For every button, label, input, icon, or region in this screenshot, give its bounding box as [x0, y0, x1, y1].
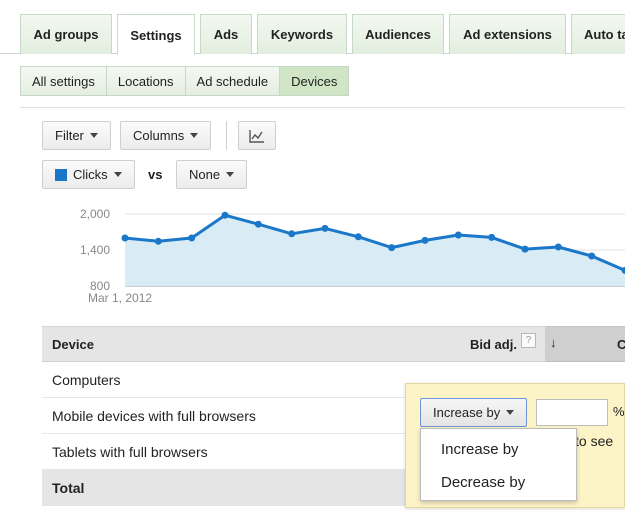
tab-audiences[interactable]: Audiences — [352, 14, 444, 54]
data-point[interactable] — [554, 243, 562, 251]
data-point[interactable] — [188, 234, 196, 242]
chevron-down-icon — [190, 133, 199, 138]
subtab-label: All settings — [32, 73, 95, 89]
toolbar-separator — [226, 121, 227, 150]
device-name: Computers — [52, 372, 121, 388]
section-divider — [20, 107, 625, 108]
data-point[interactable] — [254, 220, 262, 228]
data-point[interactable] — [321, 224, 329, 232]
device-name: Tablets with full browsers — [52, 444, 208, 460]
data-point[interactable] — [354, 233, 362, 241]
metric2-label: None — [189, 167, 221, 182]
x-start-date-label: Mar 1, 2012 — [88, 291, 152, 305]
data-point[interactable] — [221, 211, 229, 219]
clicks-area-fill — [125, 215, 625, 286]
subtab-label: Locations — [117, 73, 174, 89]
metric1-select[interactable]: Clicks — [42, 160, 135, 189]
chevron-down-icon — [113, 172, 122, 177]
vs-label: vs — [148, 167, 163, 182]
y-tick-label: 2,000 — [80, 207, 110, 221]
data-point[interactable] — [154, 237, 162, 245]
table-header-row: Device Bid adj. — [42, 326, 625, 362]
chevron-down-icon — [226, 172, 235, 177]
data-point[interactable] — [521, 245, 529, 253]
tab-label: Auto targets — [584, 27, 625, 42]
tab-label: Ads — [213, 27, 239, 42]
adjustment-type-menu: Increase by Decrease by — [420, 428, 577, 501]
total-label: Total — [52, 480, 85, 496]
data-point[interactable] — [388, 244, 396, 252]
chevron-down-icon — [89, 133, 98, 138]
tab-label: Ad extensions — [463, 27, 552, 42]
device-name: Mobile devices with full browsers — [52, 408, 256, 424]
adjustment-type-select[interactable]: Increase by — [420, 398, 528, 427]
metric1-label: Clicks — [73, 167, 108, 182]
subtab-all-settings[interactable]: All settings — [20, 66, 107, 96]
tab-ads[interactable]: Ads — [200, 14, 252, 54]
subtab-ad-schedule[interactable]: Ad schedule — [185, 66, 281, 96]
tab-settings[interactable]: Settings — [117, 14, 195, 55]
data-point[interactable] — [288, 230, 296, 238]
subtab-locations[interactable]: Locations — [106, 66, 186, 96]
help-icon[interactable]: ? — [521, 333, 536, 348]
columns-button[interactable]: Columns — [120, 121, 212, 150]
metric2-select[interactable]: None — [176, 160, 248, 189]
y-tick-label: 1,400 — [80, 243, 110, 257]
sort-arrow-icon: ↓ — [550, 335, 557, 350]
subtab-label: Ad schedule — [196, 73, 269, 89]
tab-label: Ad groups — [33, 27, 99, 42]
clicks-chart: 2,000 1,400 800 Mar 1, 2012 — [80, 207, 625, 305]
data-point[interactable] — [488, 233, 496, 241]
tab-ad-groups[interactable]: Ad groups — [20, 14, 112, 54]
line-chart-icon — [249, 129, 264, 143]
columns-label: Columns — [133, 128, 185, 143]
data-point[interactable] — [588, 252, 596, 260]
subtab-label: Devices — [291, 73, 338, 89]
menu-item-decrease-by[interactable]: Decrease by — [441, 474, 525, 491]
header-bid-adj[interactable]: Bid adj. — [470, 337, 517, 352]
tab-keywords[interactable]: Keywords — [257, 14, 347, 54]
filter-button[interactable]: Filter — [42, 121, 111, 150]
header-device[interactable]: Device — [52, 337, 94, 352]
tab-label: Keywords — [270, 27, 334, 42]
tab-auto-targets[interactable]: Auto targets — [571, 14, 625, 54]
help-glyph: ? — [525, 335, 532, 346]
settings-subtabs: All settings Locations Ad schedule Devic… — [20, 66, 350, 96]
data-point[interactable] — [454, 231, 462, 239]
filter-label: Filter — [55, 128, 84, 143]
campaign-tab-bar: Ad groups Settings Ads Keywords Audience… — [0, 0, 625, 55]
tab-ad-extensions[interactable]: Ad extensions — [449, 14, 566, 54]
header-clicks: Clicks — [617, 337, 625, 352]
tab-label: Audiences — [365, 27, 431, 42]
data-point[interactable] — [121, 234, 129, 242]
chevron-down-icon — [506, 410, 515, 415]
data-point[interactable] — [421, 236, 429, 244]
tab-label: Settings — [130, 27, 182, 43]
menu-item-increase-by[interactable]: Increase by — [441, 441, 519, 458]
popup-hint-text: to see — [575, 433, 614, 449]
chart-toggle-button[interactable] — [238, 121, 276, 150]
clicks-color-swatch — [55, 168, 67, 181]
adjustment-type-label: Increase by — [433, 405, 501, 420]
header-clicks-sorted[interactable]: ↓ Clicks — [545, 326, 625, 362]
bid-percent-input[interactable] — [536, 399, 608, 426]
subtab-devices[interactable]: Devices — [280, 66, 350, 96]
percent-sign: % — [613, 404, 625, 419]
